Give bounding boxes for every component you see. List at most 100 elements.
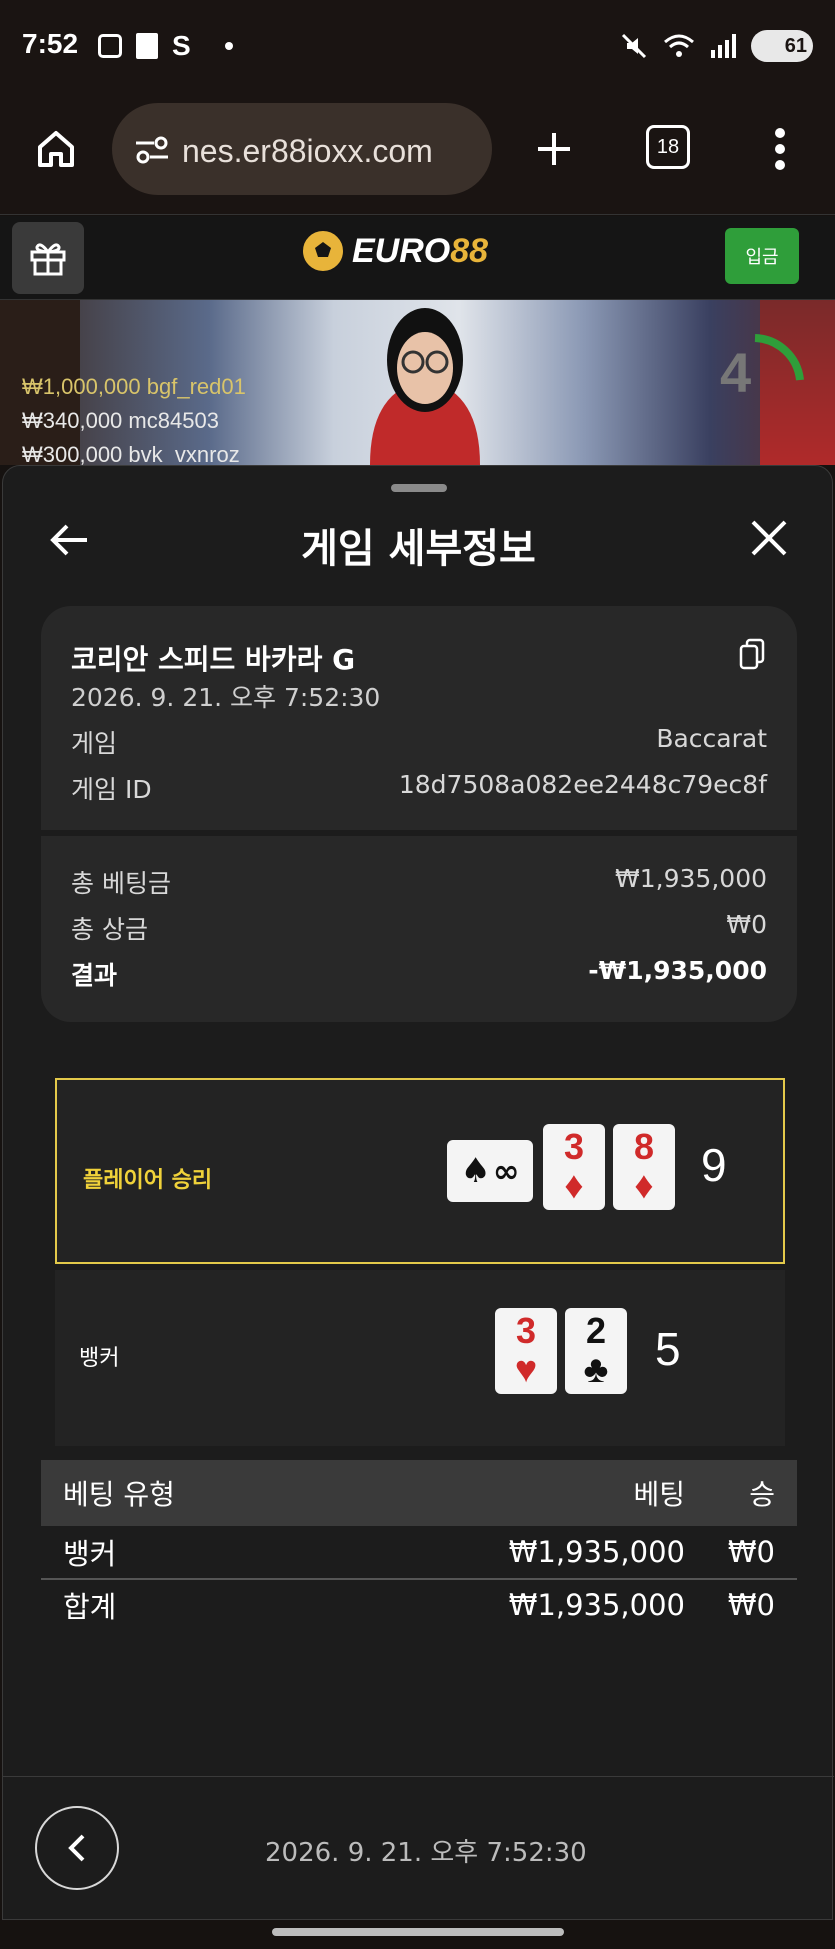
table-total-row: 합계 ₩1,935,000 ₩0 [41, 1578, 797, 1630]
card-suit: ♦ [564, 1165, 584, 1207]
bets-table: 베팅 유형 베팅 승 뱅커 ₩1,935,000 ₩0 합계 ₩1,935,00… [41, 1460, 797, 1630]
copy-icon[interactable] [738, 638, 766, 670]
drag-handle[interactable] [391, 484, 447, 492]
card-rank: 3 [563, 1126, 585, 1167]
bet-type: 뱅커 [63, 1537, 117, 1571]
winner-user: bgf_red01 [146, 374, 246, 399]
plus-icon [538, 133, 570, 165]
win-amount: ₩0 [727, 1535, 775, 1569]
table-header: 베팅 유형 베팅 승 [41, 1460, 797, 1526]
card-rank: 8 [633, 1126, 655, 1167]
new-tab-button[interactable] [528, 123, 580, 175]
card-divider [41, 830, 797, 836]
winner-row: ₩1,000,000 bgf_red01 [22, 370, 246, 404]
summary-label: 결과 [71, 961, 118, 990]
tab-count: 18 [656, 135, 680, 158]
url-text: nes.er88ioxx.com [182, 133, 433, 169]
card-rank: 2 [585, 1310, 607, 1351]
footer-date: 2026. 9. 21. 오후 7:52:30 [265, 1838, 587, 1868]
euro88-logo[interactable]: EURO88 [300, 228, 488, 274]
bet-amount: ₩1,935,000 [508, 1535, 685, 1569]
battery-level: 61 [784, 34, 807, 57]
playing-card: 2 ♣ [565, 1308, 627, 1394]
status-bar: 7:52 S 61 [0, 0, 835, 95]
signal-icon [711, 34, 736, 58]
wifi-icon [664, 34, 694, 57]
table-row: 뱅커 ₩1,935,000 ₩0 [41, 1526, 797, 1578]
winner-amount: ₩340,000 [22, 408, 123, 433]
banker-label: 뱅커 [79, 1346, 120, 1371]
winner-user: mc84503 [128, 408, 219, 433]
notification-dot-icon [224, 42, 233, 50]
logo-text-euro: EURO [352, 231, 451, 270]
card-suit: ♥ [514, 1349, 538, 1391]
s-app-icon: S [172, 30, 191, 61]
info-value[interactable]: 18d7508a082ee2448c79ec8f [399, 770, 767, 806]
live-stream-banner[interactable]: ₩1,000,000 bgf_red01 ₩340,000 mc84503 ₩3… [0, 300, 835, 465]
info-value: Baccarat [656, 724, 767, 753]
banker-score: 5 [655, 1323, 681, 1375]
winner-user: bvk_vxnroz [128, 442, 240, 465]
game-datetime: 2026. 9. 21. 오후 7:52:30 [71, 683, 381, 712]
screenshot-icon [98, 34, 122, 58]
info-label: 게임 ID [71, 775, 152, 804]
system-gesture-bar[interactable] [272, 1928, 564, 1936]
card-rank: 3 [515, 1310, 537, 1351]
soccer-ball-icon [301, 229, 345, 273]
summary-row-total-prize: 총 상금 ₩0 [71, 910, 767, 946]
column-header: 베팅 [633, 1478, 685, 1511]
gift-icon [30, 243, 66, 276]
countdown-ring-icon [754, 334, 804, 381]
browser-toolbar: nes.er88ioxx.com 18 [0, 95, 835, 215]
card-rank: ∞ [492, 1152, 520, 1190]
summary-label: 총 상금 [71, 915, 148, 944]
winner-row: ₩300,000 bvk_vxnroz [22, 438, 246, 465]
player-hand: 플레이어 승리 ♠ ∞ 3 ♦ 8 ♦ 9 [55, 1078, 785, 1264]
deposit-button[interactable]: 입금 [725, 228, 799, 284]
info-label: 게임 [71, 729, 118, 758]
game-name: 코리안 스피드 바카라 G [71, 643, 356, 676]
sheet-title: 게임 세부정보 [301, 526, 536, 572]
info-row-game: 게임 Baccarat [71, 724, 767, 760]
winner-amount: ₩300,000 [22, 442, 123, 465]
winner-amount: ₩1,000,000 [22, 374, 141, 399]
chevron-left-icon [68, 1834, 85, 1862]
close-button[interactable] [747, 516, 791, 560]
column-header: 베팅 유형 [63, 1478, 175, 1511]
gift-button[interactable] [12, 222, 84, 294]
summary-label: 총 베팅금 [71, 869, 171, 898]
dealer-image [370, 308, 480, 465]
site-header: EURO88 입금 [0, 216, 835, 300]
playing-card: 3 ♥ [495, 1308, 557, 1394]
card-suit: ♠ [460, 1151, 491, 1191]
game-detail-sheet: 게임 세부정보 코리안 스피드 바카라 G 2026. 9. 21. 오후 7:… [2, 465, 834, 1920]
summary-row-total-bet: 총 베팅금 ₩1,935,000 [71, 864, 767, 900]
battery-icon: 61 [751, 30, 813, 62]
previous-game-button[interactable] [35, 1806, 119, 1890]
kebab-menu-icon [775, 128, 785, 170]
address-bar[interactable]: nes.er88ioxx.com [112, 103, 492, 195]
summary-value: ₩1,935,000 [615, 864, 767, 893]
player-score: 9 [701, 1139, 727, 1191]
tab-switcher-button[interactable]: 18 [646, 125, 690, 169]
total-bet: ₩1,935,000 [508, 1588, 685, 1622]
countdown-timer: 4 [720, 341, 752, 404]
footer-divider [3, 1776, 834, 1777]
total-win: ₩0 [727, 1588, 775, 1622]
site-settings-icon[interactable] [134, 135, 170, 165]
summary-value: ₩0 [726, 910, 767, 939]
document-icon [136, 33, 158, 59]
info-row-game-id: 게임 ID 18d7508a082ee2448c79ec8f [71, 770, 767, 806]
banker-hand: 뱅커 3 ♥ 2 ♣ 5 [55, 1270, 785, 1446]
logo-text-88: 88 [450, 231, 489, 270]
playing-card: ♠ ∞ [447, 1140, 533, 1202]
status-time: 7:52 [22, 28, 79, 59]
playing-card: 8 ♦ [613, 1124, 675, 1210]
summary-value: -₩1,935,000 [588, 956, 767, 985]
player-result-label: 플레이어 승리 [83, 1168, 213, 1193]
home-button[interactable] [30, 123, 82, 175]
game-info-card: 코리안 스피드 바카라 G 2026. 9. 21. 오후 7:52:30 게임… [41, 606, 797, 1022]
winner-row: ₩340,000 mc84503 [22, 404, 246, 438]
total-label: 합계 [63, 1590, 117, 1624]
browser-menu-button[interactable] [762, 123, 798, 175]
